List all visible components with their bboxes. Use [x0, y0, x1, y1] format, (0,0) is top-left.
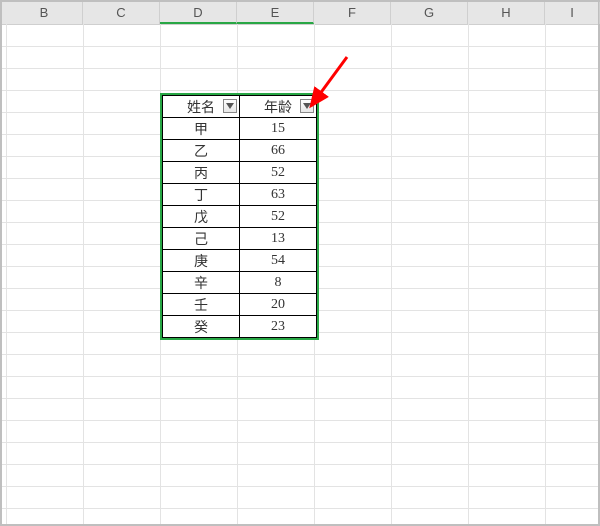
header-cell-name[interactable]: 姓名 — [163, 96, 240, 118]
cell-age[interactable]: 52 — [240, 162, 317, 184]
filter-button-age[interactable] — [300, 99, 314, 113]
cell-age[interactable]: 20 — [240, 294, 317, 316]
table-row: 丁63 — [163, 184, 317, 206]
cell-name[interactable]: 庚 — [163, 250, 240, 272]
table-row: 戊52 — [163, 206, 317, 228]
cell-name[interactable]: 癸 — [163, 316, 240, 338]
column-header-I[interactable]: I — [545, 2, 600, 24]
cell-name[interactable]: 丁 — [163, 184, 240, 206]
cell-name[interactable]: 戊 — [163, 206, 240, 228]
cell-age[interactable]: 66 — [240, 140, 317, 162]
column-header-H[interactable]: H — [468, 2, 545, 24]
cell-age[interactable]: 52 — [240, 206, 317, 228]
cell-name[interactable]: 丙 — [163, 162, 240, 184]
chevron-down-icon — [303, 103, 311, 109]
cell-age[interactable]: 23 — [240, 316, 317, 338]
table-row: 乙66 — [163, 140, 317, 162]
cell-age[interactable]: 63 — [240, 184, 317, 206]
column-header-D[interactable]: D — [160, 2, 237, 24]
chevron-down-icon — [226, 103, 234, 109]
table-row: 壬20 — [163, 294, 317, 316]
header-name-label: 姓名 — [187, 101, 215, 116]
column-header-bar: BCDEFGHI — [2, 2, 598, 25]
cell-age[interactable]: 8 — [240, 272, 317, 294]
header-age-label: 年龄 — [264, 101, 292, 116]
table-row: 辛8 — [163, 272, 317, 294]
table-row: 癸23 — [163, 316, 317, 338]
column-header-B[interactable]: B — [6, 2, 83, 24]
cell-name[interactable]: 辛 — [163, 272, 240, 294]
data-table: 姓名 年龄 甲15乙66丙52丁63戊 — [162, 95, 317, 338]
column-header-E[interactable]: E — [237, 2, 314, 24]
header-cell-age[interactable]: 年龄 — [240, 96, 317, 118]
cell-age[interactable]: 54 — [240, 250, 317, 272]
cell-name[interactable]: 壬 — [163, 294, 240, 316]
table-row: 甲15 — [163, 118, 317, 140]
table-row: 庚54 — [163, 250, 317, 272]
cell-name[interactable]: 乙 — [163, 140, 240, 162]
column-header-F[interactable]: F — [314, 2, 391, 24]
table-row: 己13 — [163, 228, 317, 250]
table-row: 丙52 — [163, 162, 317, 184]
cell-age[interactable]: 13 — [240, 228, 317, 250]
cell-age[interactable]: 15 — [240, 118, 317, 140]
column-header-G[interactable]: G — [391, 2, 468, 24]
filter-button-name[interactable] — [223, 99, 237, 113]
cell-name[interactable]: 己 — [163, 228, 240, 250]
column-header-C[interactable]: C — [83, 2, 160, 24]
selection-rectangle: 姓名 年龄 甲15乙66丙52丁63戊 — [160, 93, 319, 340]
cell-name[interactable]: 甲 — [163, 118, 240, 140]
